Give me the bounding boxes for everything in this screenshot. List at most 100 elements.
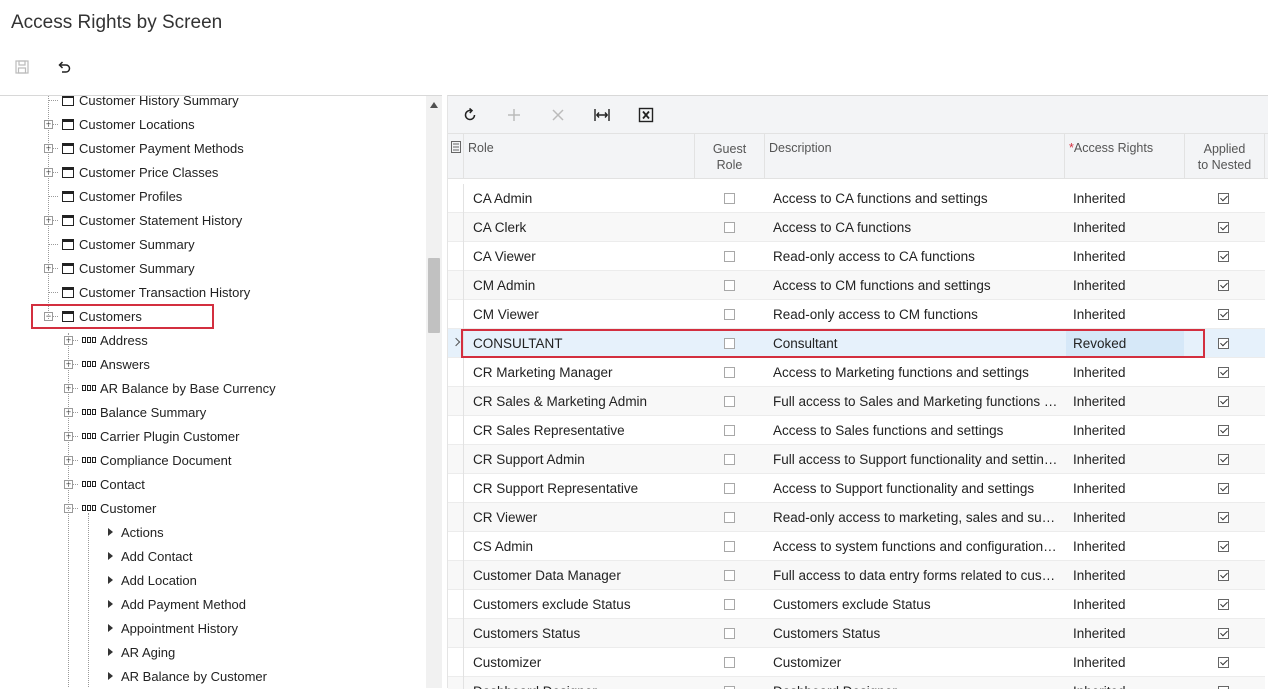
- description-cell[interactable]: Access to Marketing functions and settin…: [773, 358, 1058, 387]
- table-row[interactable]: CA Clerk Access to CA functions Inherited: [448, 213, 1265, 242]
- table-row[interactable]: CM Admin Access to CM functions and setti…: [448, 271, 1265, 300]
- description-cell[interactable]: Access to Support functionality and sett…: [773, 474, 1058, 503]
- row-indicator[interactable]: [448, 213, 464, 242]
- description-cell[interactable]: Access to CM functions and settings: [773, 271, 1058, 300]
- applied-to-nested-checkbox[interactable]: [1218, 454, 1229, 465]
- guest-role-checkbox[interactable]: [724, 599, 735, 610]
- tree-item[interactable]: Customer Payment Methods: [62, 136, 244, 160]
- row-indicator[interactable]: [448, 184, 464, 213]
- applied-to-nested-checkbox[interactable]: [1218, 512, 1229, 523]
- description-cell[interactable]: Access to Sales functions and settings: [773, 416, 1058, 445]
- guest-role-checkbox[interactable]: [724, 309, 735, 320]
- description-cell[interactable]: Access to CA functions and settings: [773, 184, 1058, 213]
- scroll-up-arrow-icon[interactable]: [430, 102, 438, 108]
- access-rights-cell[interactable]: Inherited: [1073, 619, 1178, 648]
- row-indicator[interactable]: [448, 532, 464, 561]
- description-cell[interactable]: Read-only access to CM functions: [773, 300, 1058, 329]
- role-cell[interactable]: CR Sales & Marketing Admin: [473, 387, 693, 416]
- applied-to-nested-checkbox[interactable]: [1218, 483, 1229, 494]
- add-icon[interactable]: [504, 105, 524, 125]
- guest-role-checkbox[interactable]: [724, 193, 735, 204]
- access-rights-cell[interactable]: Inherited: [1073, 271, 1178, 300]
- row-indicator[interactable]: [448, 677, 464, 689]
- tree-item[interactable]: Customer History Summary: [62, 96, 239, 112]
- column-header-description[interactable]: Description: [765, 134, 1065, 178]
- refresh-icon[interactable]: [460, 105, 480, 125]
- table-row[interactable]: CR Support Admin Full access to Support f…: [448, 445, 1265, 474]
- tree-item[interactable]: Customer Transaction History: [62, 280, 250, 304]
- description-cell[interactable]: Full access to Sales and Marketing funct…: [773, 387, 1058, 416]
- tree-item[interactable]: Answers: [82, 352, 150, 376]
- applied-to-nested-checkbox[interactable]: [1218, 251, 1229, 262]
- guest-role-checkbox[interactable]: [724, 425, 735, 436]
- row-indicator[interactable]: [448, 271, 464, 300]
- guest-role-checkbox[interactable]: [724, 251, 735, 262]
- row-indicator[interactable]: [448, 445, 464, 474]
- guest-role-checkbox[interactable]: [724, 367, 735, 378]
- delete-icon[interactable]: [548, 105, 568, 125]
- description-cell[interactable]: Customizer: [773, 648, 1058, 677]
- role-cell[interactable]: CA Viewer: [473, 242, 693, 271]
- table-row[interactable]: Customizer Customizer Inherited: [448, 648, 1265, 677]
- applied-to-nested-checkbox[interactable]: [1218, 599, 1229, 610]
- table-row[interactable]: CR Viewer Read-only access to marketing, …: [448, 503, 1265, 532]
- guest-role-checkbox[interactable]: [724, 512, 735, 523]
- fit-columns-icon[interactable]: [592, 105, 612, 125]
- role-cell[interactable]: CA Admin: [473, 184, 693, 213]
- tree-item[interactable]: Customer Summary: [62, 232, 195, 256]
- save-icon[interactable]: [12, 57, 32, 77]
- role-cell[interactable]: Customer Data Manager: [473, 561, 693, 590]
- tree-item[interactable]: AR Balance by Customer: [108, 664, 267, 688]
- access-rights-cell[interactable]: Inherited: [1073, 474, 1178, 503]
- description-cell[interactable]: Full access to data entry forms related …: [773, 561, 1058, 590]
- applied-to-nested-checkbox[interactable]: [1218, 222, 1229, 233]
- role-cell[interactable]: CM Viewer: [473, 300, 693, 329]
- tree-item[interactable]: Customer Profiles: [62, 184, 182, 208]
- tree-item[interactable]: Add Location: [108, 568, 197, 592]
- role-cell[interactable]: CR Viewer: [473, 503, 693, 532]
- guest-role-checkbox[interactable]: [724, 483, 735, 494]
- guest-role-checkbox[interactable]: [724, 454, 735, 465]
- tree-item[interactable]: Actions: [108, 520, 164, 544]
- tree-item[interactable]: Add Contact: [108, 544, 193, 568]
- guest-role-checkbox[interactable]: [724, 541, 735, 552]
- description-cell[interactable]: Access to system functions and configura…: [773, 532, 1058, 561]
- access-rights-cell[interactable]: Inherited: [1073, 184, 1178, 213]
- tree-item[interactable]: Balance Summary: [82, 400, 206, 424]
- row-indicator[interactable]: [448, 590, 464, 619]
- guest-role-checkbox[interactable]: [724, 396, 735, 407]
- tree-item[interactable]: Address: [82, 328, 148, 352]
- access-rights-cell[interactable]: Inherited: [1073, 590, 1178, 619]
- access-rights-cell[interactable]: Inherited: [1073, 358, 1178, 387]
- guest-role-checkbox[interactable]: [724, 657, 735, 668]
- role-cell[interactable]: CR Sales Representative: [473, 416, 693, 445]
- access-rights-cell[interactable]: Inherited: [1073, 561, 1178, 590]
- applied-to-nested-checkbox[interactable]: [1218, 309, 1229, 320]
- access-rights-cell[interactable]: Inherited: [1073, 532, 1178, 561]
- table-row[interactable]: Customers Status Customers Status Inherite…: [448, 619, 1265, 648]
- role-cell[interactable]: CR Marketing Manager: [473, 358, 693, 387]
- applied-to-nested-checkbox[interactable]: [1218, 628, 1229, 639]
- tree-item[interactable]: Customer: [82, 496, 156, 520]
- table-row[interactable]: CS Admin Access to system functions and c…: [448, 532, 1265, 561]
- screen-tree[interactable]: Customer History Summary + Customer Locati…: [0, 95, 442, 688]
- applied-to-nested-checkbox[interactable]: [1218, 338, 1229, 349]
- tree-scrollbar[interactable]: [426, 96, 442, 688]
- access-rights-cell[interactable]: Inherited: [1073, 242, 1178, 271]
- role-cell[interactable]: CR Support Admin: [473, 445, 693, 474]
- applied-to-nested-checkbox[interactable]: [1218, 425, 1229, 436]
- row-indicator[interactable]: [448, 648, 464, 677]
- table-row[interactable]: CM Viewer Read-only access to CM function…: [448, 300, 1265, 329]
- tree-item[interactable]: Appointment History: [108, 616, 238, 640]
- description-cell[interactable]: Dashboard Designer: [773, 677, 1058, 689]
- table-row[interactable]: CR Sales & Marketing Admin Full access to…: [448, 387, 1265, 416]
- role-cell[interactable]: Customizer: [473, 648, 693, 677]
- column-header-access-rights[interactable]: *Access Rights: [1065, 134, 1185, 178]
- description-cell[interactable]: Access to CA functions: [773, 213, 1058, 242]
- row-indicator[interactable]: [448, 242, 464, 271]
- role-cell[interactable]: CS Admin: [473, 532, 693, 561]
- access-rights-cell[interactable]: Inherited: [1073, 677, 1178, 689]
- row-indicator[interactable]: [448, 358, 464, 387]
- tree-item[interactable]: AR Balance by Base Currency: [82, 376, 276, 400]
- applied-to-nested-checkbox[interactable]: [1218, 396, 1229, 407]
